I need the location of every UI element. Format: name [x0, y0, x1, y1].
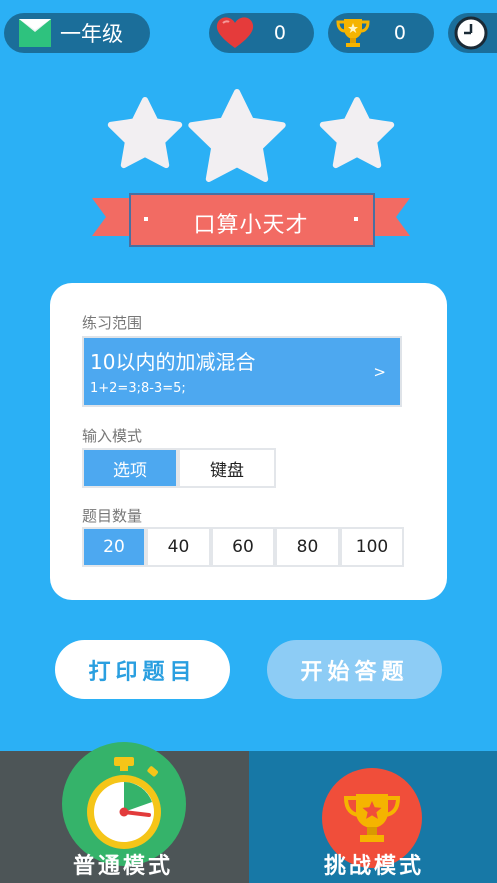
trophies-counter: 0 — [328, 13, 434, 53]
star-icon — [319, 97, 395, 169]
question-count-option-100[interactable]: 100 — [340, 527, 404, 567]
start-answering-button[interactable]: 开始答题 — [267, 640, 442, 699]
hearts-counter: 0 — [209, 13, 314, 53]
practice-range-title: 10以内的加减混合 — [90, 350, 256, 374]
grade-selector[interactable]: 一年级 — [4, 13, 150, 53]
input-mode-label: 输入模式 — [82, 427, 143, 445]
question-count-option-80[interactable]: 80 — [275, 527, 340, 567]
print-questions-button[interactable]: 打印题目 — [55, 640, 230, 699]
clock-icon — [454, 16, 488, 50]
question-count-option-40[interactable]: 40 — [146, 527, 211, 567]
rating-stars — [107, 89, 395, 182]
practice-range-selector[interactable]: 10以内的加减混合 1+2=3;8-3=5; > — [82, 336, 402, 407]
input-mode-option-keyboard[interactable]: 键盘 — [178, 448, 276, 488]
history-button[interactable] — [448, 13, 497, 53]
heart-icon — [216, 17, 254, 48]
question-count-option-20[interactable]: 20 — [82, 527, 146, 567]
trophies-count: 0 — [393, 22, 406, 44]
practice-range-label: 练习范围 — [82, 314, 143, 332]
practice-range-example: 1+2=3;8-3=5; — [90, 381, 186, 396]
question-count-label: 题目数量 — [82, 507, 143, 525]
grade-label: 一年级 — [60, 22, 123, 46]
input-mode-option-choice[interactable]: 选项 — [82, 448, 178, 488]
trophy-icon — [336, 19, 370, 47]
question-count-option-60[interactable]: 60 — [211, 527, 275, 567]
mail-icon — [19, 19, 51, 47]
hearts-count: 0 — [273, 22, 286, 44]
title-banner-text: 口算小天才 — [193, 213, 309, 238]
star-icon — [107, 97, 183, 169]
chevron-right-icon: > — [373, 363, 386, 381]
challenge-mode-label: 挑战模式 — [324, 854, 425, 879]
normal-mode-label: 普通模式 — [73, 854, 174, 879]
star-icon — [188, 89, 286, 182]
